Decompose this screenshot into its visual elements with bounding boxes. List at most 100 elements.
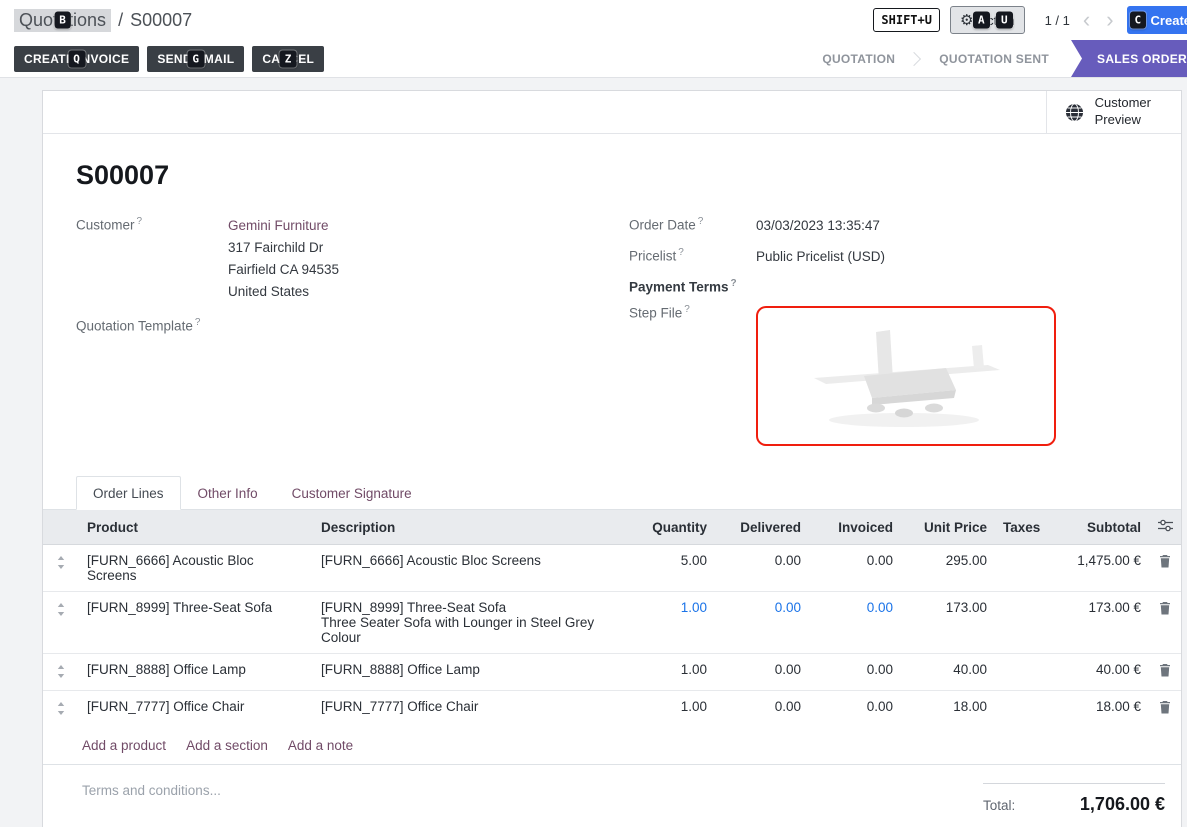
create-invoice-label: CREATE INVOICE: [24, 52, 129, 66]
terms-and-conditions-field[interactable]: Terms and conditions...: [82, 783, 221, 798]
cell-taxes[interactable]: [995, 654, 1043, 691]
status-step-quotation[interactable]: QUOTATION: [800, 40, 917, 77]
send-email-label: SEND EMAIL: [157, 52, 234, 66]
cell-delivered[interactable]: 0.00: [715, 545, 809, 592]
column-subtotal[interactable]: Subtotal: [1043, 510, 1149, 545]
optional-columns-header: [1149, 510, 1181, 545]
column-quantity[interactable]: Quantity: [623, 510, 715, 545]
column-taxes[interactable]: Taxes: [995, 510, 1043, 545]
breadcrumb-separator: /: [118, 10, 123, 31]
cell-product[interactable]: [FURN_6666] Acoustic Bloc Screens: [79, 545, 313, 592]
customer-preview-label: Customer Preview: [1095, 95, 1151, 129]
control-panel-right: SHIFT+U ⚙ Action A U 1 / 1 ‹ › C Create: [873, 6, 1173, 34]
drag-handle[interactable]: [43, 654, 79, 691]
tab-order-lines[interactable]: Order Lines: [76, 476, 181, 510]
order-line-row[interactable]: [FURN_6666] Acoustic Bloc Screens [FURN_…: [43, 545, 1181, 592]
control-panel: Quotations B / S00007 SHIFT+U ⚙ Action A…: [0, 0, 1187, 40]
action-menu-button[interactable]: ⚙ Action A U: [950, 6, 1025, 34]
customer-address-line3: United States: [228, 281, 339, 303]
cell-invoiced[interactable]: 0.00: [809, 691, 901, 728]
cell-description[interactable]: [FURN_6666] Acoustic Bloc Screens: [313, 545, 623, 592]
order-line-row[interactable]: [FURN_8888] Office Lamp [FURN_8888] Offi…: [43, 654, 1181, 691]
pricelist-value[interactable]: Public Pricelist (USD): [756, 246, 885, 268]
create-button-label: Create: [1151, 13, 1187, 28]
column-delivered[interactable]: Delivered: [715, 510, 809, 545]
cell-unit-price[interactable]: 173.00: [901, 592, 995, 654]
cell-quantity[interactable]: 1.00: [623, 691, 715, 728]
column-product[interactable]: Product: [79, 510, 313, 545]
delete-row-button[interactable]: [1157, 662, 1173, 682]
step-file-image-field[interactable]: [756, 306, 1056, 446]
cell-product[interactable]: [FURN_8999] Three-Seat Sofa: [79, 592, 313, 654]
delete-row-button[interactable]: [1157, 600, 1173, 620]
add-a-product-link[interactable]: Add a product: [82, 738, 166, 753]
notebook-tabs: Order Lines Other Info Customer Signatur…: [43, 476, 1181, 510]
customer-preview-button[interactable]: Customer Preview: [1046, 91, 1181, 133]
delete-row-button[interactable]: [1157, 699, 1173, 719]
order-line-row[interactable]: [FURN_8999] Three-Seat Sofa [FURN_8999] …: [43, 592, 1181, 654]
add-a-section-link[interactable]: Add a section: [186, 738, 268, 753]
globe-icon: [1065, 103, 1084, 122]
table-footer-links: Add a product Add a section Add a note: [43, 727, 1181, 765]
drag-handle[interactable]: [43, 545, 79, 592]
cell-invoiced[interactable]: 0.00: [809, 654, 901, 691]
cell-description[interactable]: [FURN_8888] Office Lamp: [313, 654, 623, 691]
cell-description[interactable]: [FURN_7777] Office Chair: [313, 691, 623, 728]
customer-address-line2: Fairfield CA 94535: [228, 259, 339, 281]
create-invoice-button[interactable]: CREATE INVOICE Q: [14, 46, 139, 72]
status-step-quotation-sent[interactable]: QUOTATION SENT: [917, 40, 1071, 77]
help-icon: ?: [698, 216, 704, 227]
create-button[interactable]: C Create: [1127, 6, 1187, 34]
drag-handle[interactable]: [43, 592, 79, 654]
tab-other-info[interactable]: Other Info: [181, 476, 275, 510]
cell-taxes[interactable]: [995, 545, 1043, 592]
cell-quantity[interactable]: 1.00: [623, 592, 715, 654]
breadcrumb-quotations-link[interactable]: Quotations B: [14, 9, 111, 32]
column-unit-price[interactable]: Unit Price: [901, 510, 995, 545]
drag-handle[interactable]: [43, 691, 79, 728]
send-email-button[interactable]: SEND EMAIL G: [147, 46, 244, 72]
customer-address-line1: 317 Fairchild Dr: [228, 237, 339, 259]
customer-link[interactable]: Gemini Furniture: [228, 215, 339, 237]
help-icon: ?: [731, 278, 737, 289]
order-date-value[interactable]: 03/03/2023 13:35:47: [756, 215, 880, 237]
pager-previous-button[interactable]: ‹: [1080, 9, 1093, 31]
odoo-window: Quotations B / S00007 SHIFT+U ⚙ Action A…: [0, 0, 1187, 827]
cell-delivered[interactable]: 0.00: [715, 654, 809, 691]
cell-unit-price[interactable]: 295.00: [901, 545, 995, 592]
field-pricelist: Pricelist? Public Pricelist (USD): [629, 246, 1148, 268]
cell-description[interactable]: [FURN_8999] Three-Seat SofaThree Seater …: [313, 592, 623, 654]
sliders-icon: [1158, 519, 1173, 532]
status-step-sales-order[interactable]: SALES ORDER: [1071, 40, 1187, 77]
cell-unit-price[interactable]: 40.00: [901, 654, 995, 691]
delete-row-button[interactable]: [1157, 553, 1173, 573]
field-payment-terms: Payment Terms?: [629, 277, 1148, 295]
cell-quantity[interactable]: 1.00: [623, 654, 715, 691]
cell-invoiced[interactable]: 0.00: [809, 592, 901, 654]
cell-delivered[interactable]: 0.00: [715, 691, 809, 728]
order-lines-table: Product Description Quantity Delivered I…: [43, 510, 1181, 727]
record-title[interactable]: S00007: [76, 160, 1148, 191]
cancel-button[interactable]: CANCEL Z: [252, 46, 324, 72]
customer-value[interactable]: Gemini Furniture 317 Fairchild Dr Fairfi…: [228, 215, 339, 302]
optional-columns-toggle-button[interactable]: [1158, 519, 1173, 535]
cell-product[interactable]: [FURN_7777] Office Chair: [79, 691, 313, 728]
cell-subtotal: 1,475.00 €: [1043, 545, 1149, 592]
cell-delivered[interactable]: 0.00: [715, 592, 809, 654]
cell-invoiced[interactable]: 0.00: [809, 545, 901, 592]
sheet-footer: Terms and conditions... Total: 1,706.00 …: [43, 765, 1181, 827]
order-line-row[interactable]: [FURN_7777] Office Chair [FURN_7777] Off…: [43, 691, 1181, 728]
column-description[interactable]: Description: [313, 510, 623, 545]
cell-quantity[interactable]: 5.00: [623, 545, 715, 592]
help-icon: ?: [137, 216, 143, 227]
order-total: Total: 1,706.00 €: [983, 783, 1165, 815]
cell-product[interactable]: [FURN_8888] Office Lamp: [79, 654, 313, 691]
cell-taxes[interactable]: [995, 592, 1043, 654]
tab-customer-signature[interactable]: Customer Signature: [275, 476, 429, 510]
cell-taxes[interactable]: [995, 691, 1043, 728]
column-invoiced[interactable]: Invoiced: [809, 510, 901, 545]
pager-next-button[interactable]: ›: [1103, 9, 1116, 31]
cell-unit-price[interactable]: 18.00: [901, 691, 995, 728]
field-step-file: Step File?: [629, 303, 1148, 446]
add-a-note-link[interactable]: Add a note: [288, 738, 353, 753]
